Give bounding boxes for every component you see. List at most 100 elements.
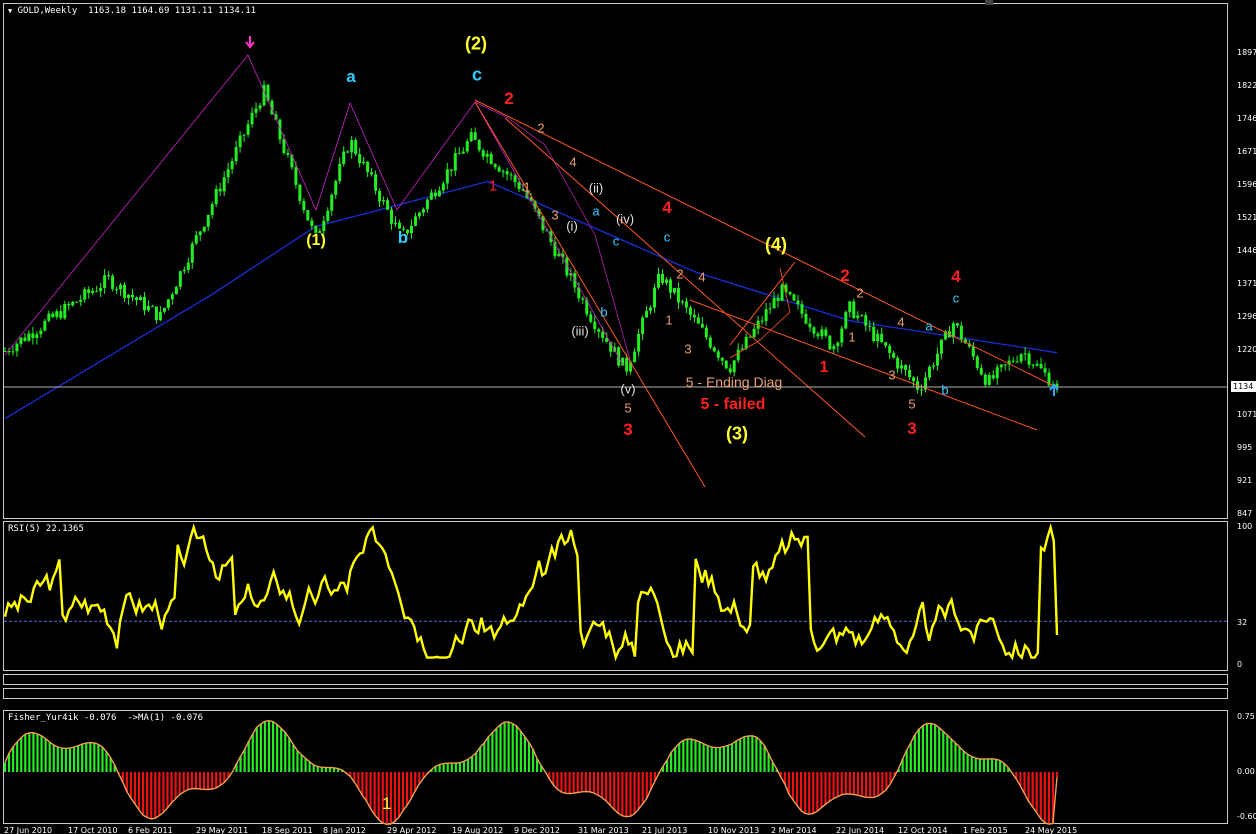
candle-body xyxy=(142,296,146,311)
candle-body xyxy=(394,222,398,224)
candle-body xyxy=(246,124,250,135)
candle-body xyxy=(637,333,641,352)
candle-body xyxy=(234,147,238,162)
candle-body xyxy=(477,139,481,151)
time-axis-label: 9 Dec 2012 xyxy=(514,826,561,834)
candle-body xyxy=(975,356,979,368)
candle-body xyxy=(382,200,386,202)
candle-body xyxy=(135,297,138,301)
price-axis-tick: 1521 xyxy=(1237,213,1256,222)
candle-body xyxy=(473,132,477,140)
candle-body xyxy=(768,308,772,310)
wave-label: (ii) xyxy=(588,180,604,196)
wave-label: 4 xyxy=(662,198,672,217)
fisher-axis-zero: 0.00 xyxy=(1237,767,1255,776)
window-corner-handle[interactable] xyxy=(985,0,993,5)
candle-body xyxy=(836,342,840,347)
candle-body xyxy=(55,311,59,318)
current-price-tag: 1134 xyxy=(1231,381,1256,392)
price-axis-tick: 1071 xyxy=(1237,410,1256,419)
candle-body xyxy=(425,199,429,210)
candle-body xyxy=(657,273,661,288)
candle-body xyxy=(744,336,748,349)
candle-body xyxy=(342,151,346,164)
candle-body xyxy=(39,330,43,335)
candle-body xyxy=(338,163,342,182)
candle-body xyxy=(716,351,720,358)
candle-body xyxy=(868,325,872,327)
candle-body xyxy=(935,353,939,366)
candle-body xyxy=(35,334,39,338)
candle-body xyxy=(772,298,776,309)
candle-body xyxy=(206,214,210,227)
candle-body xyxy=(366,161,370,173)
wave-label: 4 xyxy=(951,267,961,286)
candle-body xyxy=(776,298,780,301)
rsi-axis-32: 32 xyxy=(1237,618,1248,627)
wave-label: 2 xyxy=(856,285,864,301)
wave-label: c xyxy=(952,290,960,306)
candle-body xyxy=(720,357,724,361)
candle-body xyxy=(413,216,417,226)
candle-body xyxy=(250,112,254,125)
wave-label: 4 xyxy=(569,154,577,170)
candle-body xyxy=(107,275,111,277)
candle-body xyxy=(900,365,904,369)
price-axis-tick: 1596 xyxy=(1237,180,1256,189)
wave-label: b xyxy=(941,382,949,398)
wave-label: 5 - Ending Diag xyxy=(685,374,783,390)
time-axis-label: 27 Jun 2010 xyxy=(4,826,53,834)
candle-body xyxy=(872,326,876,342)
wave-label: 5 xyxy=(624,400,632,416)
candle-body xyxy=(1031,364,1035,366)
candle-body xyxy=(262,84,266,106)
candle-body xyxy=(880,333,884,343)
candle-body xyxy=(828,335,832,350)
candle-body xyxy=(696,317,700,324)
candle-body xyxy=(111,275,115,290)
fisher-wave-label: 1 xyxy=(382,794,392,813)
down-arrow-marker xyxy=(245,36,255,49)
candle-body xyxy=(820,329,824,337)
candle-body xyxy=(194,235,198,244)
price-axis-tick: 1446 xyxy=(1237,246,1256,255)
candle-body xyxy=(800,304,804,314)
wave-label: (v) xyxy=(620,381,636,397)
candle-body xyxy=(182,269,186,272)
candle-body xyxy=(138,296,142,301)
candle-body xyxy=(71,301,75,306)
price-axis-tick: 1897 xyxy=(1237,48,1256,57)
candle-body xyxy=(884,342,888,346)
wave-label: (1) xyxy=(306,232,326,249)
candle-body xyxy=(214,188,218,205)
wave-label: a xyxy=(592,203,600,219)
candle-body xyxy=(752,328,756,337)
candle-body xyxy=(238,135,242,148)
candle-body xyxy=(792,294,796,301)
candle-body xyxy=(999,364,1003,368)
candle-body xyxy=(1027,353,1031,365)
candle-body xyxy=(680,301,684,303)
candle-body xyxy=(186,262,190,270)
candle-body xyxy=(672,287,676,293)
candle-body xyxy=(127,294,131,299)
candle-body xyxy=(354,140,358,155)
candle-body xyxy=(931,365,935,367)
candle-body xyxy=(908,369,912,378)
trendline xyxy=(729,261,796,346)
candle-body xyxy=(509,174,513,176)
candle-body xyxy=(1015,361,1019,363)
candle-body xyxy=(99,287,103,292)
candle-body xyxy=(286,153,290,155)
candle-body xyxy=(860,315,864,317)
candle-body xyxy=(63,304,67,319)
candle-body xyxy=(641,317,645,334)
candle-body xyxy=(386,200,390,210)
candle-body xyxy=(178,271,182,287)
time-axis-label: 10 Nov 2013 xyxy=(708,826,760,834)
candle-body xyxy=(517,182,521,190)
rsi-axis-100: 100 xyxy=(1237,522,1253,531)
candle-body xyxy=(390,209,394,224)
candle-body xyxy=(1039,363,1043,369)
candle-body xyxy=(856,315,860,319)
